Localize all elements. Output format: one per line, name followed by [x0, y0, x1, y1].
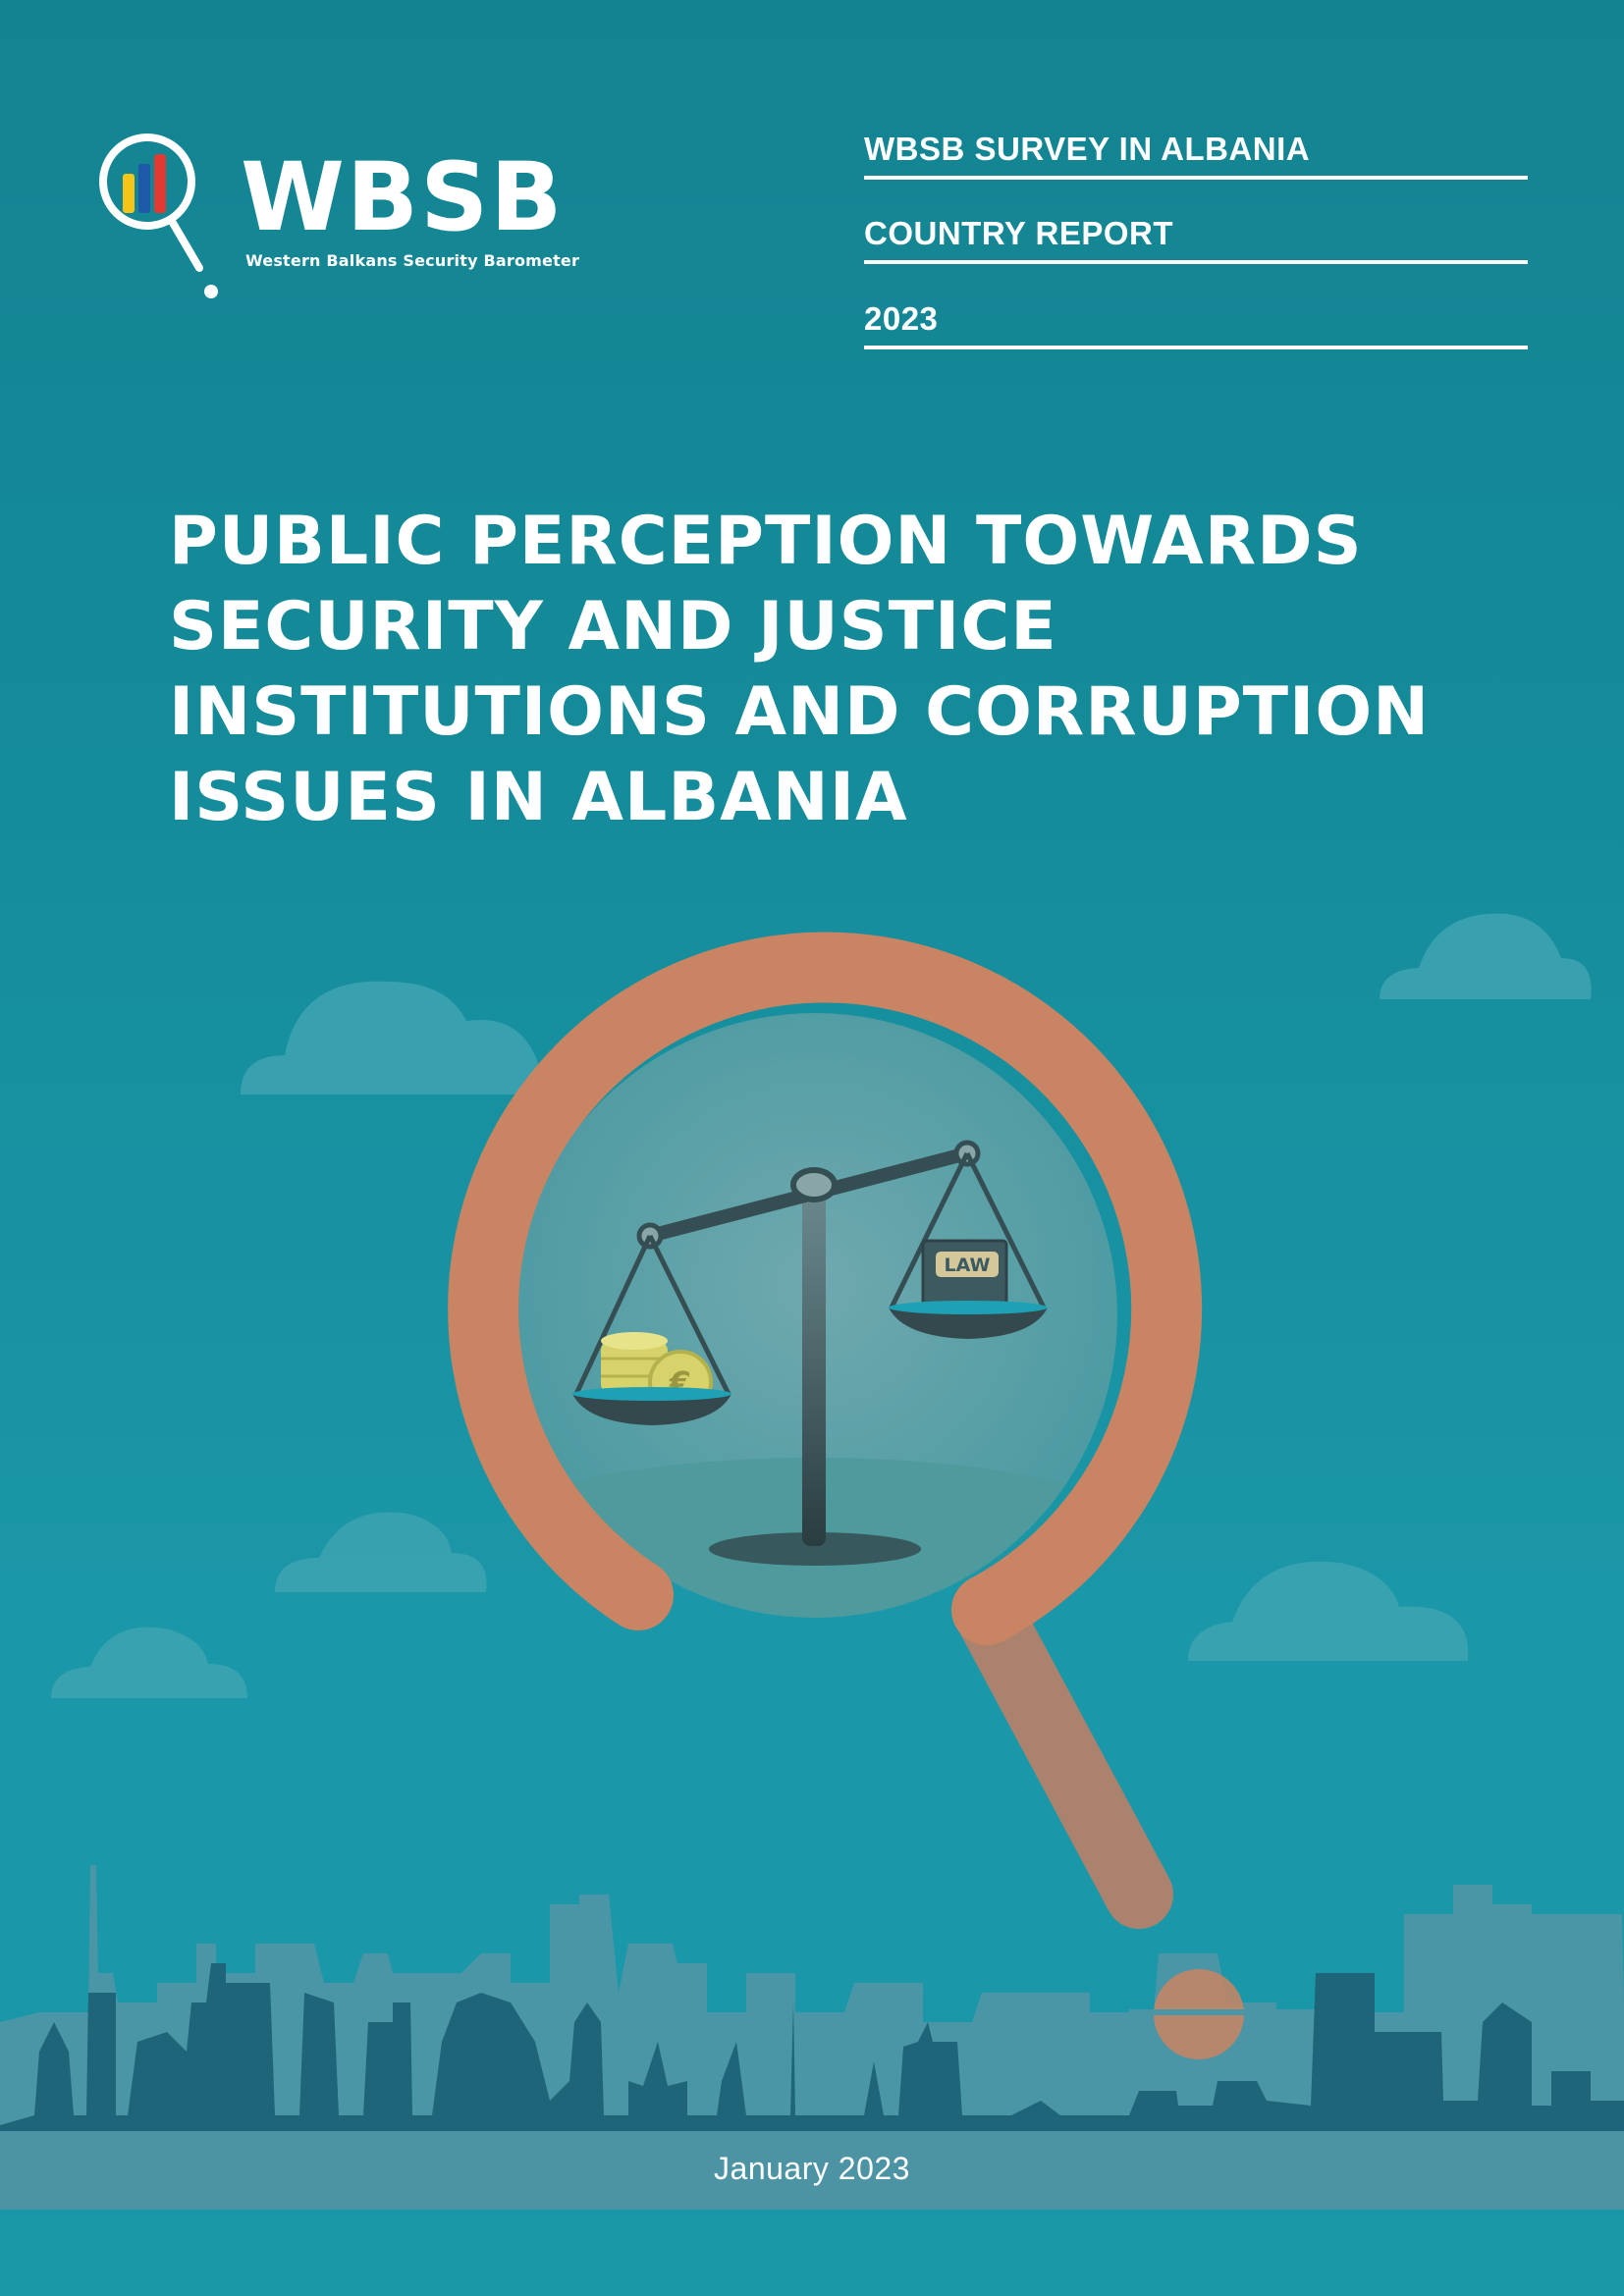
report-type-label: COUNTRY REPORT [864, 215, 1528, 264]
publication-date: January 2023 [714, 2151, 910, 2186]
report-title: PUBLIC PERCEPTION TOWARDS SECURITY AND J… [169, 499, 1445, 840]
logo-bar-red [154, 154, 166, 213]
title-line: PUBLIC PERCEPTION TOWARDS [169, 503, 1363, 580]
magnifier-logo-icon [99, 133, 218, 298]
logo-bar-blue [138, 164, 150, 213]
brand-tagline: Western Balkans Security Barometer [245, 251, 580, 270]
logo-bar-yellow [123, 174, 135, 213]
law-book-label: LAW [945, 1255, 991, 1276]
survey-label: WBSB SURVEY IN ALBANIA [864, 131, 1528, 180]
title-line: INSTITUTIONS AND CORRUPTION [169, 673, 1431, 751]
title-line: ISSUES IN ALBANIA [169, 759, 908, 836]
magnifier-handle [957, 1585, 1173, 1929]
city-skyline [0, 1865, 1624, 2140]
cover-illustration: € LAW [0, 913, 1624, 2140]
title-line: SECURITY AND JUSTICE [169, 588, 1057, 666]
brand-name: WBSB [241, 142, 565, 252]
report-year-label: 2023 [864, 300, 1528, 349]
